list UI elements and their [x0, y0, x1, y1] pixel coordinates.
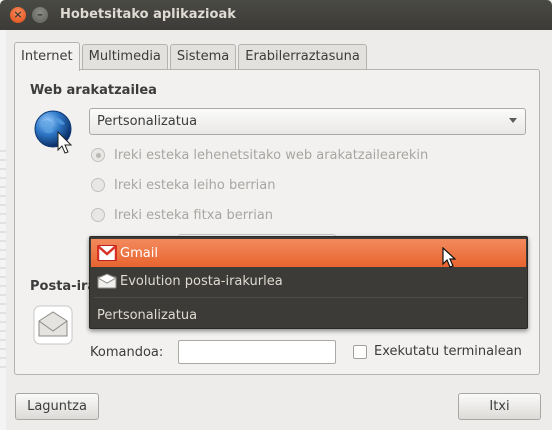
run-in-terminal-label: Exekutatu terminalean	[374, 344, 522, 359]
help-button[interactable]: Laguntza	[15, 393, 99, 420]
tab-internet[interactable]: Internet	[14, 42, 80, 71]
radio-new-window[interactable]: Ireki esteka leiho berrian	[91, 175, 276, 195]
tab-sistema[interactable]: Sistema	[169, 44, 237, 70]
radio-button[interactable]	[91, 148, 105, 162]
tab-bar: Internet Multimedia Sistema Erabilerrazt…	[14, 42, 369, 71]
evolution-icon	[97, 273, 117, 289]
window-title: Hobetsitako aplikazioak	[60, 7, 236, 22]
mouse-pointer-icon	[442, 247, 456, 268]
globe-icon	[34, 110, 73, 154]
close-icon: ×	[13, 8, 23, 21]
web-browser-selected: Pertsonalizatua	[97, 114, 198, 129]
titlebar[interactable]: × – Hobetsitako aplikazioak	[0, 0, 552, 30]
radio-button[interactable]	[91, 208, 105, 222]
radio-label: Ireki esteka fitxa berrian	[114, 207, 274, 223]
close-button[interactable]: Itxi	[458, 393, 541, 420]
menu-item-label: Evolution posta-irakurlea	[120, 273, 283, 289]
gmail-icon	[97, 245, 117, 261]
run-in-terminal-checkbox[interactable]	[353, 344, 367, 359]
menu-separator	[94, 297, 523, 298]
web-browser-section-title: Web arakatzailea	[30, 83, 157, 98]
radio-default-browser[interactable]: Ireki esteka lehenetsitako web arakatzai…	[91, 145, 428, 165]
mail-icon	[33, 305, 73, 345]
mail-reader-dropdown-menu: Gmail Evolution posta-irakurlea Pertsona…	[89, 236, 528, 329]
menu-item-evolution[interactable]: Evolution posta-irakurlea	[91, 267, 526, 295]
radio-new-tab[interactable]: Ireki esteka fitxa berrian	[91, 205, 273, 225]
menu-item-gmail[interactable]: Gmail	[91, 239, 526, 267]
preferred-applications-window: × – Hobetsitako aplikazioak Internet Mul…	[0, 0, 552, 430]
tab-erabilerraztasuna[interactable]: Erabilerraztasuna	[238, 44, 367, 70]
run-in-terminal-toggle[interactable]: Exekutatu terminalean	[353, 344, 522, 359]
command-label: Komandoa:	[90, 345, 164, 360]
window-close-button[interactable]: ×	[10, 7, 26, 23]
minimize-icon: –	[37, 8, 43, 21]
radio-button[interactable]	[91, 178, 105, 192]
tab-multimedia[interactable]: Multimedia	[81, 44, 168, 70]
window-minimize-button[interactable]: –	[32, 7, 48, 23]
command-input[interactable]	[178, 340, 336, 364]
background-window-edge	[0, 0, 6, 430]
chevron-down-icon	[509, 118, 517, 123]
menu-item-label: Gmail	[120, 245, 158, 261]
menu-item-label: Pertsonalizatua	[97, 307, 198, 323]
web-browser-combo[interactable]: Pertsonalizatua	[89, 108, 526, 135]
radio-label: Ireki esteka leiho berrian	[114, 177, 276, 193]
mail-reader-section-title: Posta-ira	[30, 279, 97, 294]
menu-item-custom[interactable]: Pertsonalizatua	[91, 301, 526, 329]
radio-label: Ireki esteka lehenetsitako web arakatzai…	[114, 147, 429, 163]
